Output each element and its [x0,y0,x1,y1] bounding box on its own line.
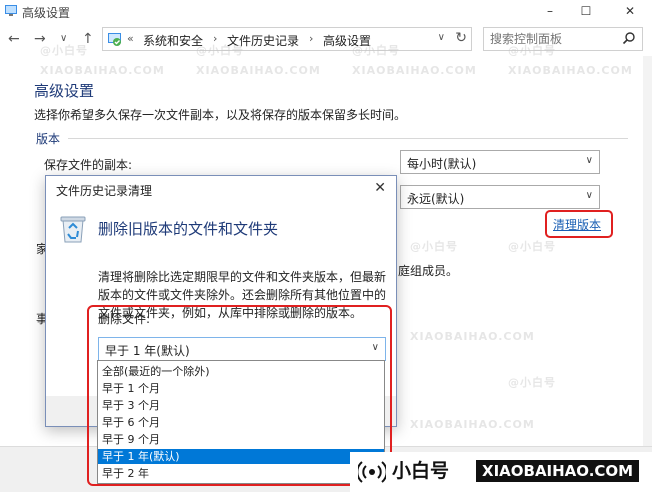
watermark-text: XIAOBAIHAO.COM [196,64,321,77]
search-icon [622,32,635,45]
watermark-text: @小白号 [508,44,556,57]
address-dropdown-chevron-icon[interactable]: ∨ [438,32,445,43]
watermark-text: @小白号 [508,240,556,253]
cleanup-versions-link[interactable]: 清理版本 [553,216,601,233]
window-title: 高级设置 [22,6,71,20]
watermark-text: XIAOBAIHAO.COM [410,330,535,343]
keep-versions-value: 永远(默认) [407,192,465,206]
watermark-text: XIAOBAIHAO.COM [40,64,165,77]
watermark-text: @小白号 [410,240,458,253]
breadcrumb-separator-icon: › [309,32,314,45]
close-button[interactable]: ✕ [610,0,650,22]
chevron-down-icon: ∨ [585,190,593,201]
control-panel-icon [108,33,121,46]
save-copies-value: 每小时(默认) [407,157,477,171]
watermark-text: XIAOBAIHAO.COM [508,64,633,77]
page-title: 高级设置 [34,82,95,100]
section-versions-label: 版本 [36,132,61,146]
minimize-button[interactable]: – [530,0,570,22]
watermark-text: @小白号 [352,44,400,57]
delete-files-highlight-box [87,305,392,486]
chevron-down-icon: ∨ [585,155,593,166]
homegroup-text-partial: 庭组成员。 [398,264,459,278]
save-copies-select[interactable]: 每小时(默认) ∨ [400,150,600,174]
watermark-text: @小白号 [508,376,556,389]
breadcrumb-system-security[interactable]: 系统和安全 [143,32,203,49]
recycle-bin-icon [60,216,86,243]
save-copies-label: 保存文件的副本: [44,158,133,172]
breadcrumb-overflow-icon[interactable]: « [127,32,134,45]
maximize-button[interactable]: ☐ [566,0,606,22]
scrollbar[interactable] [643,56,652,446]
address-bar[interactable]: « 系统和安全 › 文件历史记录 › 高级设置 ∨ ↻ [102,27,472,51]
watermark-brand-badge: 小白号 XIAOBAIHAO.COM [350,452,652,492]
watermark-text: XIAOBAIHAO.COM [410,418,535,431]
watermark-text: @小白号 [40,44,88,57]
section-divider [68,138,628,139]
brand-name-en: XIAOBAIHAO.COM [476,460,640,482]
refresh-icon[interactable]: ↻ [455,30,467,46]
broadcast-icon [358,461,386,483]
search-box[interactable] [483,27,643,51]
dialog-heading: 删除旧版本的文件和文件夹 [98,220,279,238]
page-description: 选择你希望多久保存一次文件副本，以及将保存的版本保留多长时间。 [34,108,407,122]
brand-name-cn: 小白号 [392,460,450,482]
control-panel-icon [5,5,17,16]
watermark-text: XIAOBAIHAO.COM [352,64,477,77]
keep-versions-select[interactable]: 永远(默认) ∨ [400,185,600,209]
back-arrow-icon[interactable]: ← [8,31,20,47]
dialog-title: 文件历史记录清理 [56,184,153,198]
window-titlebar: 高级设置 – ☐ ✕ [0,0,652,22]
watermark-text: @小白号 [196,44,244,57]
dialog-close-button[interactable]: ✕ [374,180,386,196]
